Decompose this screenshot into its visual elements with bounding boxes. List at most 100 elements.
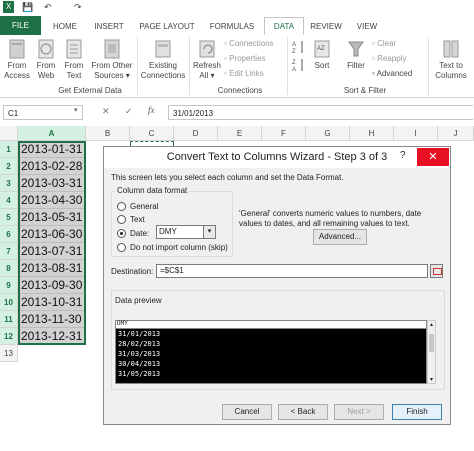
row-header[interactable]: 8 — [0, 260, 18, 277]
from-access-label-1: From — [7, 61, 27, 70]
cancel-icon[interactable]: ✕ — [102, 106, 110, 117]
close-icon[interactable]: ✕ — [417, 148, 449, 166]
preview-vertical-scrollbar[interactable]: ▴ ▾ — [427, 320, 436, 384]
column-header-f[interactable]: F — [262, 126, 306, 141]
text-to-columns-label-2: Columns — [435, 71, 467, 80]
column-header-e[interactable]: E — [218, 126, 262, 141]
formula-input[interactable]: 31/01/2013 — [168, 105, 473, 120]
row-header[interactable]: 6 — [0, 226, 18, 243]
access-icon — [9, 39, 25, 59]
select-all-corner[interactable] — [0, 126, 18, 141]
from-access-button[interactable]: From Access — [2, 39, 32, 81]
reapply-button[interactable]: ▫ Reapply — [372, 54, 406, 63]
connections-label: Connections — [229, 39, 274, 48]
preview-column-header: DMY — [117, 320, 128, 327]
destination-input[interactable]: =$C$1 — [156, 264, 428, 278]
radio-text[interactable] — [117, 215, 126, 224]
column-header-g[interactable]: G — [306, 126, 350, 141]
filter-label: Filter — [347, 61, 365, 70]
row-header[interactable]: 1 — [0, 141, 18, 158]
tab-data[interactable]: DATA — [264, 17, 304, 36]
column-header-c[interactable]: C — [130, 126, 174, 141]
row-header[interactable]: 11 — [0, 311, 18, 328]
column-header-j[interactable]: J — [438, 126, 474, 141]
date-format-select[interactable]: DMY ▾ — [156, 225, 216, 239]
cancel-button[interactable]: Cancel — [222, 404, 272, 420]
undo-icon[interactable]: ↶ — [44, 2, 52, 13]
row-header[interactable]: 9 — [0, 277, 18, 294]
finish-button[interactable]: Finish — [392, 404, 442, 420]
scrollbar-thumb[interactable] — [429, 334, 434, 352]
chevron-down-icon[interactable]: ▾ — [203, 226, 215, 238]
next-button[interactable]: Next > — [334, 404, 384, 420]
refresh-all-button[interactable]: Refresh All ▾ — [192, 39, 222, 81]
scroll-down-icon[interactable]: ▾ — [428, 376, 435, 383]
tab-insert[interactable]: INSERT — [88, 19, 130, 34]
column-format-label: Column data format — [115, 186, 190, 195]
existing-connections-button[interactable]: Existing Connections — [140, 39, 186, 81]
connections-button[interactable]: ▫ Connections — [224, 39, 274, 48]
tab-formulas[interactable]: FORMULAS — [204, 19, 260, 34]
collapse-dialog-icon[interactable] — [430, 264, 443, 278]
save-icon[interactable]: 💾 — [22, 2, 33, 13]
preview-row: 30/04/2013 — [118, 360, 161, 368]
column-header-a[interactable]: A — [18, 126, 86, 141]
sort-button[interactable]: AZ Sort — [310, 39, 334, 71]
sort-az-button[interactable]: AZ — [290, 39, 308, 58]
name-box-dropdown-icon[interactable]: ▾ — [74, 106, 78, 114]
sort-label: Sort — [314, 61, 330, 70]
radio-text-label: Text — [130, 215, 145, 224]
radio-date[interactable] — [117, 229, 126, 238]
advanced-filter-button[interactable]: ▫ Advanced — [372, 69, 412, 78]
destination-label: Destination: — [111, 267, 154, 276]
data-preview-table[interactable]: 31/01/2013 28/02/2013 31/03/2013 30/04/2… — [115, 328, 427, 384]
tab-view[interactable]: VIEW — [350, 19, 384, 34]
column-header-i[interactable]: I — [394, 126, 438, 141]
web-icon — [38, 39, 54, 59]
redo-icon[interactable]: ↷ — [74, 2, 82, 13]
column-header-h[interactable]: H — [350, 126, 394, 141]
refresh-label-2: All ▾ — [199, 71, 215, 80]
dialog-intro-text: This screen lets you select each column … — [111, 173, 344, 182]
existing-connections-icon — [155, 40, 171, 58]
scroll-up-icon[interactable]: ▴ — [428, 321, 435, 328]
data-preview-label: Data preview — [115, 296, 162, 305]
name-box[interactable]: C1 — [3, 105, 83, 120]
tab-home[interactable]: HOME — [45, 19, 85, 34]
filter-button[interactable]: Filter — [343, 39, 369, 71]
tab-file[interactable]: FILE — [0, 16, 41, 35]
help-icon[interactable]: ? — [400, 150, 406, 161]
row-header[interactable]: 12 — [0, 328, 18, 345]
row-header[interactable]: 13 — [0, 345, 18, 362]
row-header[interactable]: 4 — [0, 192, 18, 209]
ribbon-divider — [189, 37, 190, 95]
from-web-button[interactable]: From Web — [33, 39, 59, 81]
row-header[interactable]: 5 — [0, 209, 18, 226]
radio-skip-label: Do not import column (skip) — [130, 243, 228, 252]
filter-icon — [348, 41, 364, 57]
enter-icon[interactable]: ✓ — [125, 106, 133, 117]
edit-links-button[interactable]: ▫ Edit Links — [224, 69, 264, 78]
text-to-columns-button[interactable]: Text to Columns — [431, 39, 471, 81]
back-button[interactable]: < Back — [278, 404, 328, 420]
sort-za-button[interactable]: ZA — [290, 57, 308, 76]
radio-general[interactable] — [117, 202, 126, 211]
row-header[interactable]: 2 — [0, 158, 18, 175]
insert-function-icon[interactable]: fx — [148, 105, 155, 115]
row-header[interactable]: 3 — [0, 175, 18, 192]
quick-access-toolbar: X 💾 ↶ ↷ — [0, 0, 474, 16]
advanced-button[interactable]: Advanced... — [313, 229, 367, 245]
tab-review[interactable]: REVIEW — [306, 19, 346, 34]
clear-button[interactable]: ▫ Clear — [372, 39, 396, 48]
tab-page-layout[interactable]: PAGE LAYOUT — [133, 19, 201, 34]
row-header[interactable]: 10 — [0, 294, 18, 311]
from-web-label-1: From — [36, 61, 56, 70]
from-other-sources-button[interactable]: From Other Sources ▾ — [89, 39, 135, 81]
column-header-b[interactable]: B — [86, 126, 130, 141]
column-header-d[interactable]: D — [174, 126, 218, 141]
properties-button[interactable]: ▫ Properties — [224, 54, 266, 63]
convert-text-to-columns-dialog: Convert Text to Columns Wizard - Step 3 … — [103, 146, 451, 425]
row-header[interactable]: 7 — [0, 243, 18, 260]
from-text-button[interactable]: From Text — [60, 39, 88, 81]
radio-skip[interactable] — [117, 243, 126, 252]
